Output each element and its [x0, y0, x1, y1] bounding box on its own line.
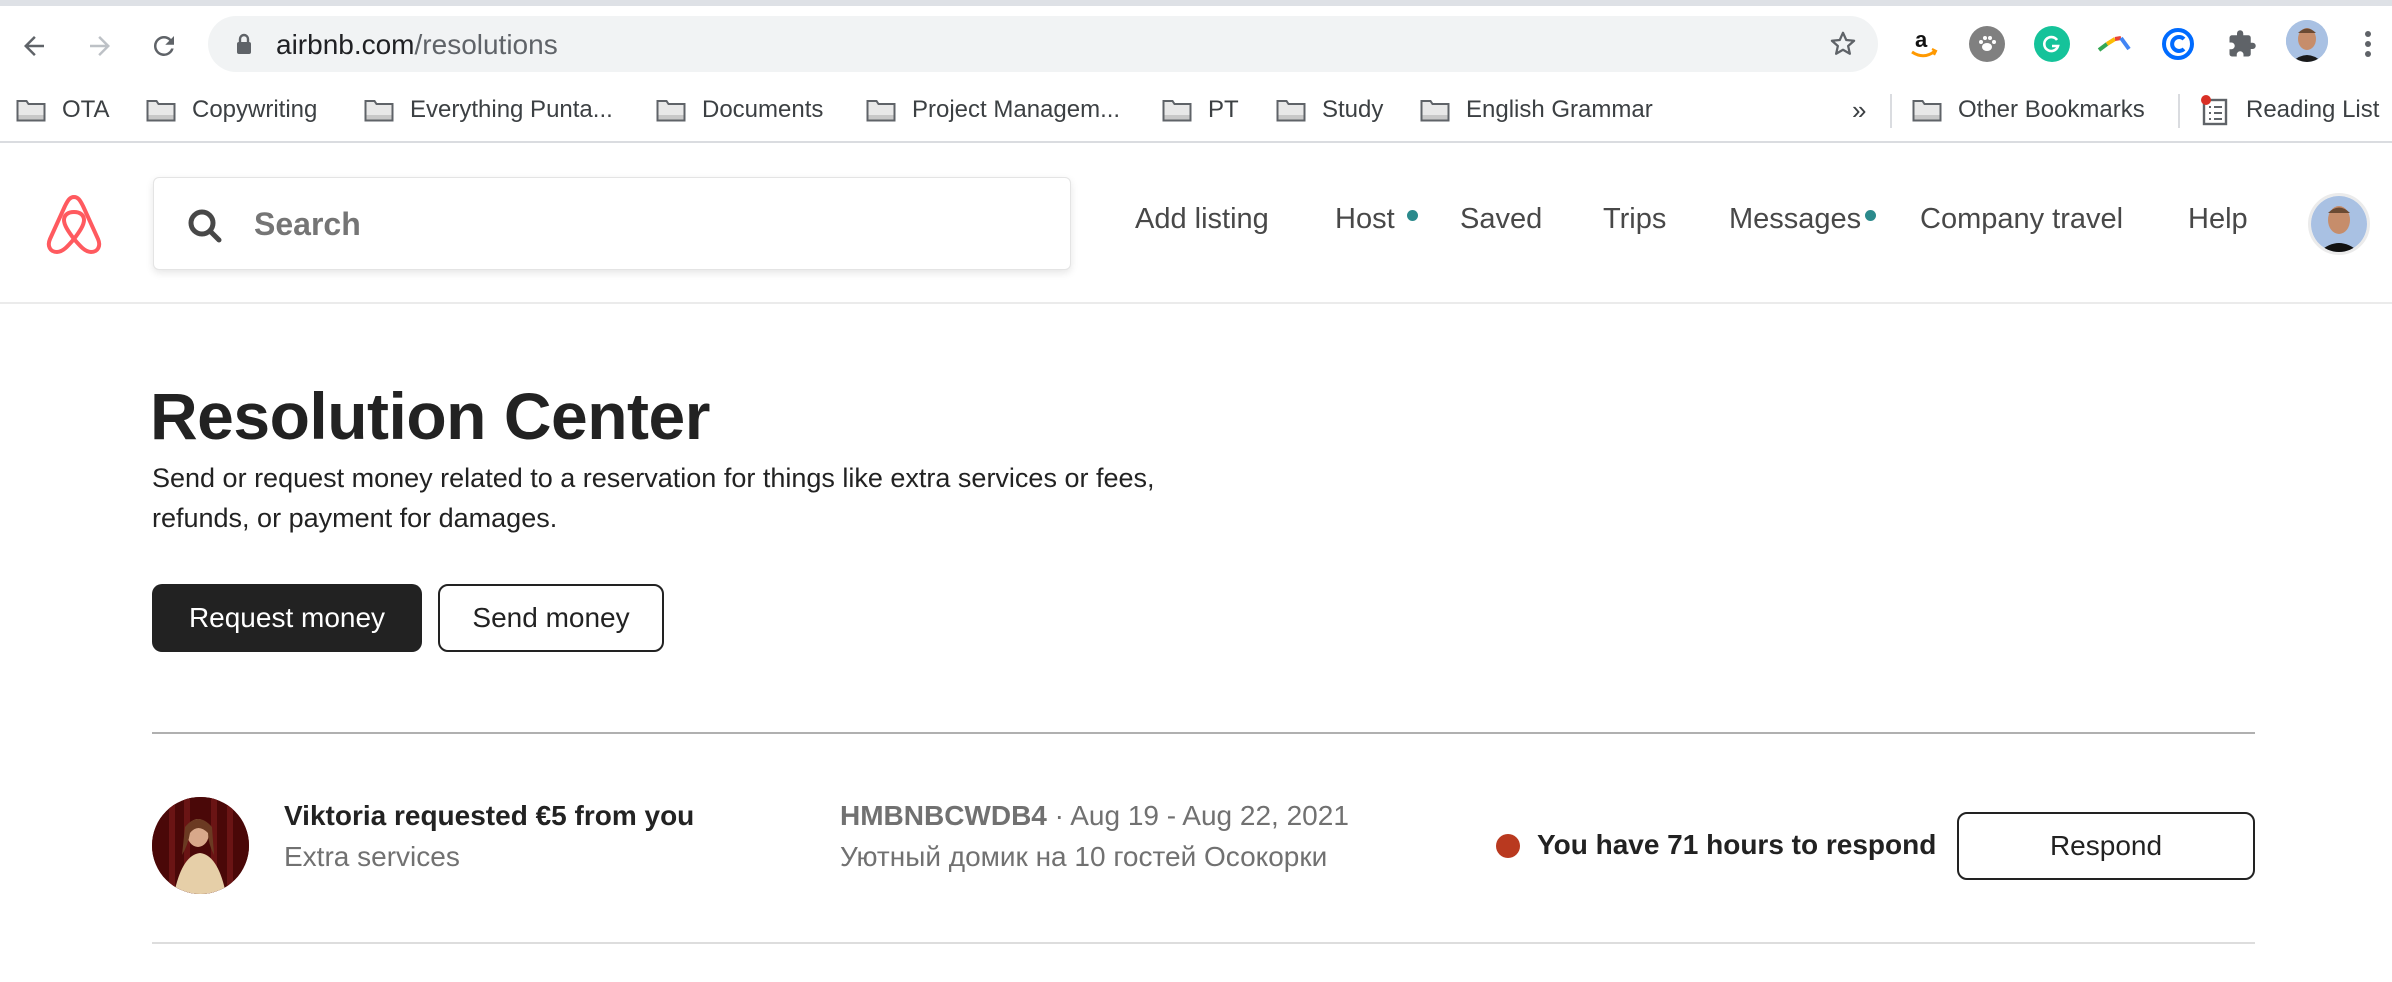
paw-icon[interactable]: [1969, 26, 2005, 62]
messages-notification-dot: [1865, 210, 1876, 221]
forward-button[interactable]: [82, 28, 118, 64]
folder-icon: [1162, 100, 1192, 122]
folder-icon: [16, 100, 46, 122]
airbnb-logo-icon[interactable]: [44, 193, 104, 255]
nav-host[interactable]: Host: [1335, 203, 1395, 236]
bookmark-folder[interactable]: Documents: [656, 92, 823, 128]
bookmark-folder[interactable]: OTA: [16, 92, 110, 128]
back-button[interactable]: [16, 28, 52, 64]
profile-avatar[interactable]: [2286, 20, 2328, 62]
bookmarks-separator: [1890, 94, 1892, 128]
request-money-button[interactable]: Request money: [152, 584, 422, 652]
reading-list[interactable]: Reading List: [2200, 92, 2379, 128]
bookmarks-bar: OTA Copywriting Everything Punta... Docu…: [0, 80, 2392, 143]
bookmark-folder[interactable]: Copywriting: [146, 92, 317, 128]
kebab-menu-icon: [2365, 31, 2371, 57]
folder-icon: [866, 100, 896, 122]
calendly-icon[interactable]: [2160, 26, 2196, 62]
confirmation-code: HMBNBCWDB4: [840, 800, 1047, 831]
reading-list-icon: [2201, 95, 2228, 126]
search-icon: [188, 209, 222, 243]
request-category: Extra services: [284, 841, 460, 872]
url-text: airbnb.com/resolutions: [276, 29, 558, 60]
page-title: Resolution Center: [150, 379, 710, 453]
list-divider: [152, 732, 2255, 734]
nav-saved[interactable]: Saved: [1460, 203, 1542, 236]
browser-menu-button[interactable]: [2358, 26, 2378, 62]
amazon-icon[interactable]: a: [1906, 26, 1942, 62]
lock-icon: [237, 33, 251, 54]
bookmark-folder[interactable]: English Grammar: [1420, 92, 1653, 128]
reservation-info: HMBNBCWDB4 · Aug 19 - Aug 22, 2021: [840, 800, 1349, 832]
bookmark-folder[interactable]: Everything Punta...: [364, 92, 613, 128]
grammarly-icon[interactable]: [2034, 26, 2070, 62]
folder-icon: [1420, 100, 1450, 122]
folder-icon: [364, 100, 394, 122]
address-bar[interactable]: airbnb.com/resolutions: [208, 16, 1878, 72]
reservation-dates: · Aug 19 - Aug 22, 2021: [1046, 800, 1349, 831]
nav-trips[interactable]: Trips: [1603, 203, 1666, 236]
send-money-button[interactable]: Send money: [438, 584, 664, 652]
site-header: Add listing Host Saved Trips Messages Co…: [0, 143, 2392, 304]
urgent-status-dot: [1496, 834, 1520, 858]
folder-icon: [146, 100, 176, 122]
nav-company-travel[interactable]: Company travel: [1920, 203, 2123, 236]
arrow-left-icon: [24, 36, 44, 56]
bookmark-folder[interactable]: PT: [1162, 92, 1239, 128]
puzzle-icon[interactable]: [2224, 26, 2260, 62]
nav-messages[interactable]: Messages: [1729, 203, 1861, 236]
bookmark-star-icon[interactable]: [1828, 29, 1858, 59]
folder-icon: [1276, 100, 1306, 122]
request-title[interactable]: Viktoria requested €5 from you: [284, 800, 694, 832]
bookmark-folder[interactable]: Project Managem...: [866, 92, 1120, 128]
page-description: Send or request money related to a reser…: [152, 463, 1155, 533]
respond-button[interactable]: Respond: [1957, 812, 2255, 880]
host-notification-dot: [1407, 210, 1418, 221]
browser-toolbar: airbnb.com/resolutions a: [0, 6, 2392, 80]
svg-text:a: a: [1915, 27, 1928, 52]
nav-help[interactable]: Help: [2188, 203, 2248, 236]
search-input[interactable]: [254, 198, 1034, 250]
response-deadline: You have 71 hours to respond: [1537, 829, 1937, 860]
list-divider: [152, 942, 2255, 944]
search-box[interactable]: [153, 177, 1071, 270]
folder-icon: [656, 100, 686, 122]
bookmarks-separator: [2178, 94, 2180, 128]
listing-name: Уютный домик на 10 гостей Осокорки: [840, 841, 1328, 872]
bookmark-folder[interactable]: Study: [1276, 92, 1383, 128]
bookmarks-overflow-button[interactable]: »: [1852, 92, 1866, 128]
reload-button[interactable]: [146, 28, 182, 64]
user-avatar[interactable]: [2308, 193, 2370, 255]
boomerang-icon[interactable]: [2096, 26, 2132, 62]
nav-add-listing[interactable]: Add listing: [1135, 203, 1269, 236]
folder-icon: [1912, 100, 1942, 122]
arrow-right-icon: [90, 36, 110, 56]
requester-avatar[interactable]: [152, 797, 249, 894]
other-bookmarks[interactable]: Other Bookmarks: [1912, 92, 2145, 128]
reload-icon: [153, 35, 174, 56]
